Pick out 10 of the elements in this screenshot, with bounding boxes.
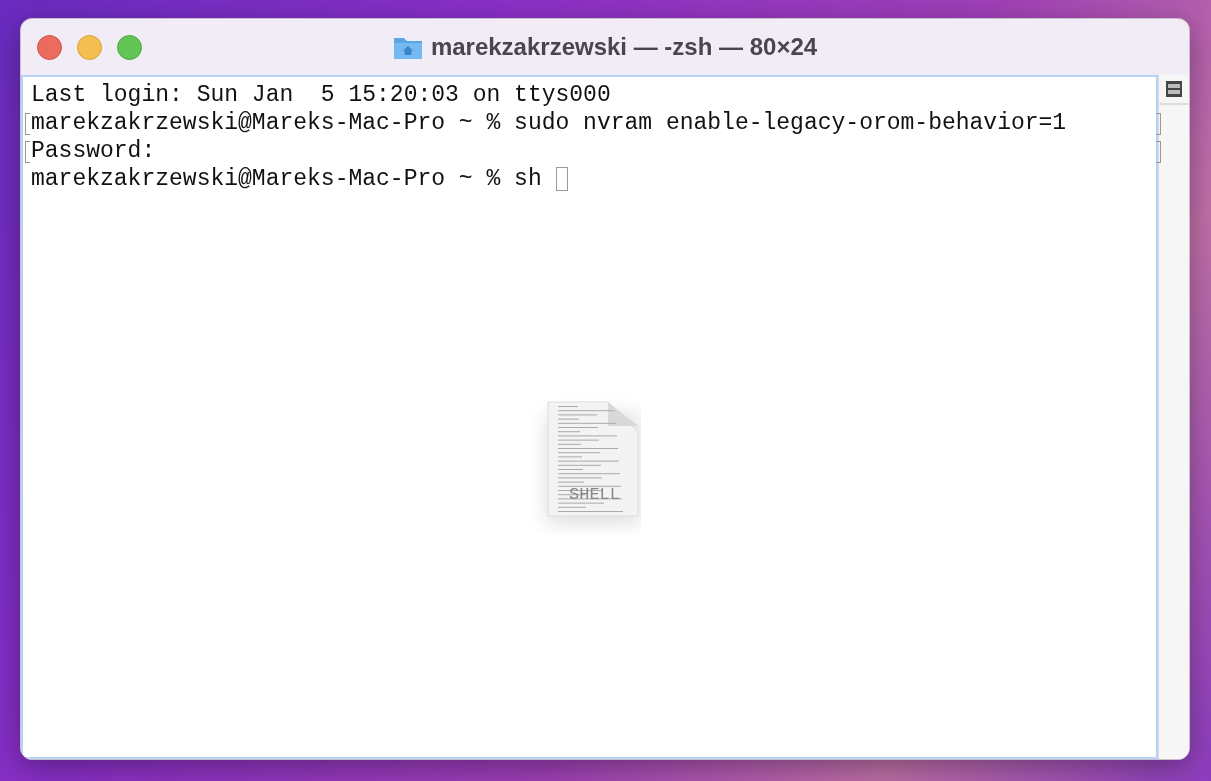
zoom-button[interactable]	[117, 34, 142, 60]
terminal-line: marekzakrzewski@Mareks-Mac-Pro ~ % sh	[31, 165, 543, 193]
file-type-label: SHELL	[569, 485, 620, 504]
terminal-line: Last login: Sun Jan 5 15:20:03 on ttys000	[31, 81, 611, 109]
terminal-line: Password:	[31, 137, 156, 165]
split-pane-icon[interactable]	[1165, 80, 1183, 98]
terminal-line: marekzakrzewski@Mareks-Mac-Pro ~ % sudo nvram enable-legacy-orom-behavior=1	[31, 109, 1067, 137]
window-title: marekzakrzewski — -zsh — 80×24	[430, 33, 818, 61]
close-button[interactable]	[37, 34, 62, 60]
minimize-button[interactable]	[77, 34, 102, 60]
